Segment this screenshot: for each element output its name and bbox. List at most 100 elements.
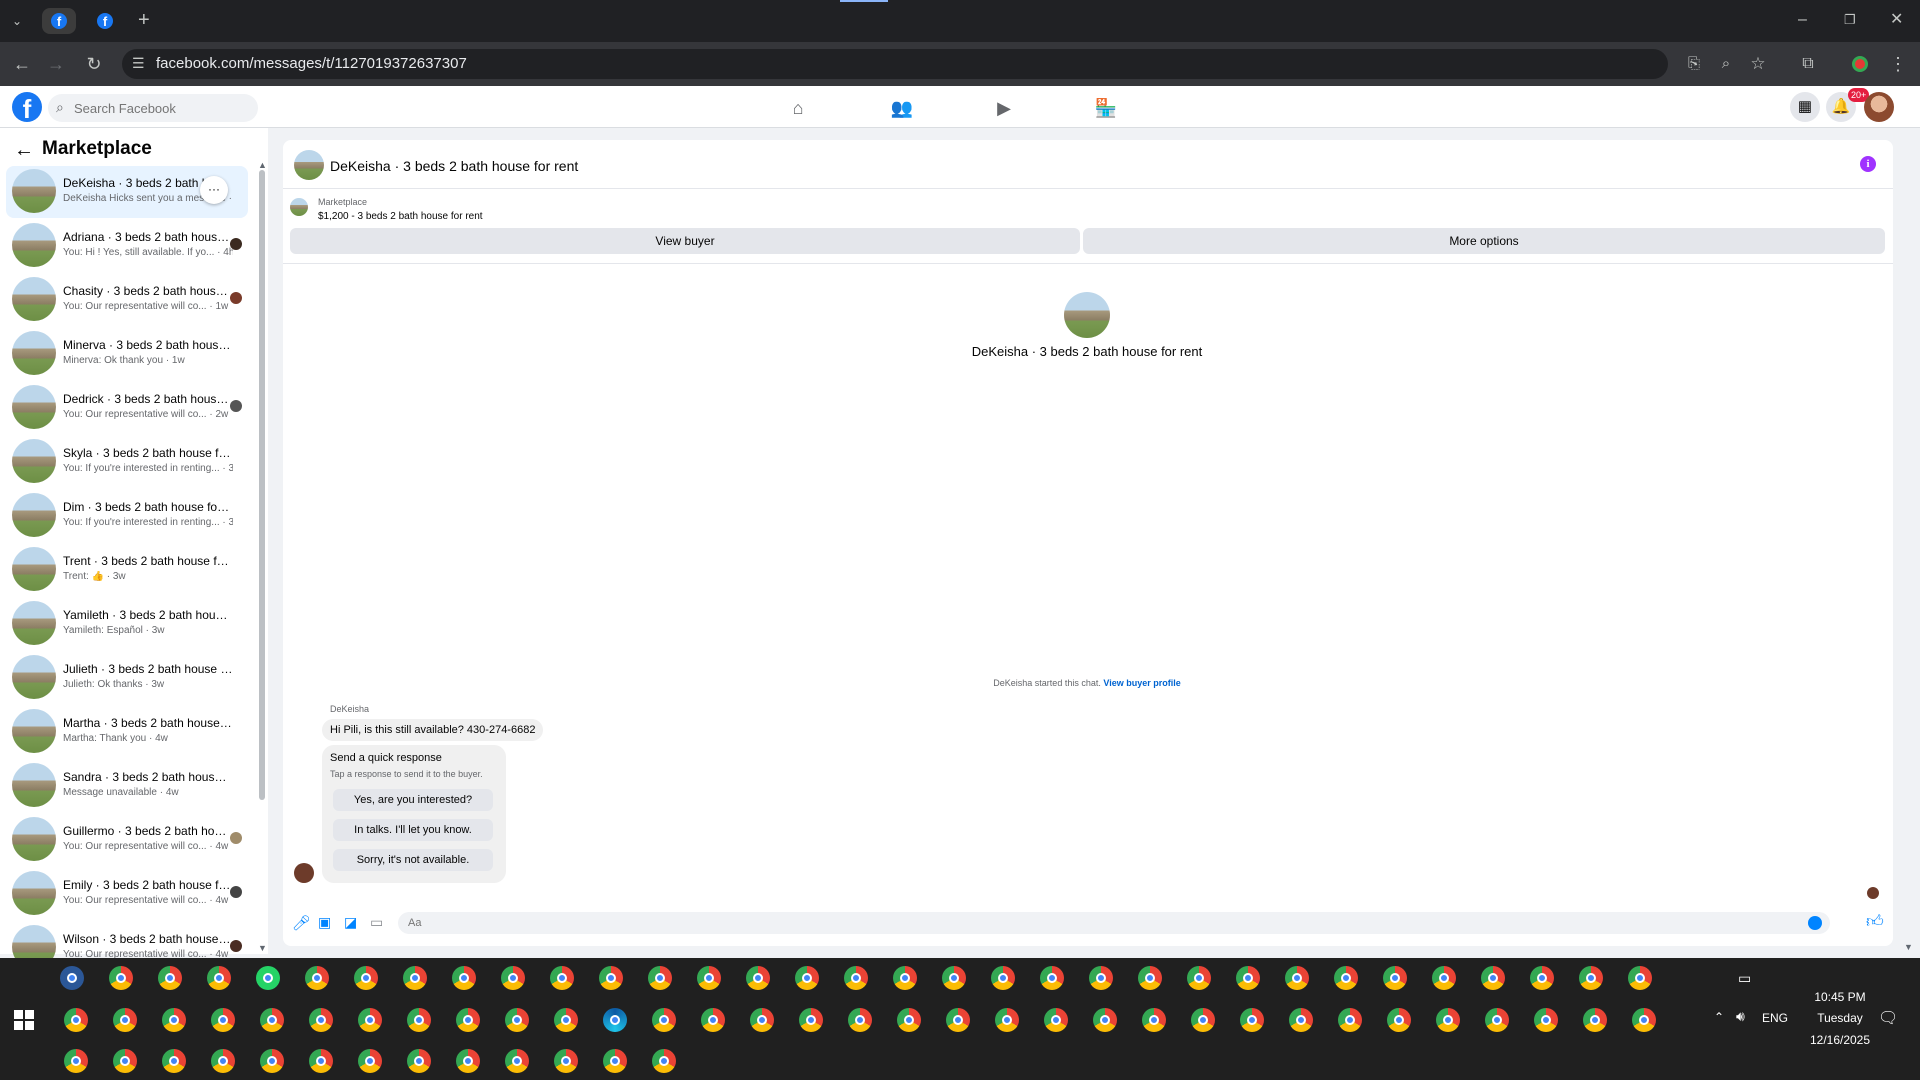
gif-icon[interactable]: ▭ <box>370 914 383 931</box>
conversation-item[interactable]: Trent · 3 beds 2 bath house for rent Tren… <box>6 544 248 596</box>
chrome-icon[interactable] <box>795 966 819 990</box>
chrome-icon[interactable] <box>1093 1008 1117 1032</box>
composer-box[interactable] <box>398 912 1830 934</box>
chrome-icon[interactable] <box>1240 1008 1264 1032</box>
edge-icon[interactable] <box>603 1008 627 1032</box>
chrome-icon[interactable] <box>697 966 721 990</box>
chrome-icon[interactable] <box>848 1008 872 1032</box>
emoji-icon[interactable] <box>1808 916 1822 930</box>
chrome-icon[interactable] <box>991 966 1015 990</box>
conversation-item[interactable]: Sandra · 3 beds 2 bath house for rent Mes… <box>6 760 248 812</box>
menu-grid-icon[interactable]: ▦ <box>1790 92 1820 122</box>
chrome-icon[interactable] <box>505 1049 529 1073</box>
scrollbar[interactable] <box>259 170 265 800</box>
home-icon[interactable]: ⌂ <box>786 96 810 120</box>
chrome-icon[interactable] <box>1383 966 1407 990</box>
scroll-down-icon[interactable]: ▼ <box>258 943 267 953</box>
scroll-up-icon[interactable]: ▲ <box>258 160 267 170</box>
chrome-icon[interactable] <box>407 1049 431 1073</box>
restore-icon[interactable]: ❐ <box>1844 12 1856 28</box>
chrome-icon[interactable] <box>1040 966 1064 990</box>
extensions-icon[interactable]: ⧉ <box>1796 52 1820 76</box>
tab-search-chevron-icon[interactable]: ⌄ <box>12 13 22 29</box>
chrome-icon[interactable] <box>750 1008 774 1032</box>
chrome-icon[interactable] <box>64 1049 88 1073</box>
chrome-icon[interactable] <box>603 1049 627 1073</box>
chrome-icon[interactable] <box>452 966 476 990</box>
whatsapp-icon[interactable] <box>256 966 280 990</box>
quick-response-button[interactable]: Yes, are you interested? <box>333 789 493 811</box>
chrome-icon[interactable] <box>403 966 427 990</box>
chrome-menu-icon[interactable]: ⋮ <box>1886 52 1910 76</box>
chrome-icon[interactable] <box>844 966 868 990</box>
chrome-icon[interactable] <box>1632 1008 1656 1032</box>
chrome-icon[interactable] <box>1338 1008 1362 1032</box>
conversation-item[interactable]: Martha · 3 beds 2 bath house for rent Mar… <box>6 706 248 758</box>
chat-header-title[interactable]: DeKeisha · 3 beds 2 bath house for rent <box>330 158 578 174</box>
tab-facebook-2[interactable]: f <box>88 8 122 34</box>
chrome-icon[interactable] <box>550 966 574 990</box>
url-text[interactable]: facebook.com/messages/t/1127019372637307 <box>156 55 467 73</box>
view-buyer-profile-link[interactable]: View buyer profile <box>1103 678 1180 688</box>
message-bubble[interactable]: Hi Pili, is this still available? 430-27… <box>322 719 544 741</box>
chrome-icon[interactable] <box>648 966 672 990</box>
chrome-icon[interactable] <box>1534 1008 1558 1032</box>
chrome-icon[interactable] <box>1432 966 1456 990</box>
clock-time[interactable]: 10:45 PM <box>1800 990 1880 1004</box>
back-arrow-icon[interactable]: ← <box>14 139 34 162</box>
conversation-item[interactable]: Adriana · 3 beds 2 bath house for rent Yo… <box>6 220 248 272</box>
reload-icon[interactable]: ↻ <box>82 52 106 76</box>
close-window-icon[interactable]: ✕ <box>1890 12 1903 28</box>
message-input[interactable] <box>408 912 1788 934</box>
chrome-icon[interactable] <box>942 966 966 990</box>
forward-icon[interactable]: → <box>44 52 68 76</box>
chrome-icon[interactable] <box>354 966 378 990</box>
chrome-icon[interactable] <box>554 1049 578 1073</box>
conversation-item[interactable]: Dedrick · 3 beds 2 bath house for rent Yo… <box>6 382 248 434</box>
chrome-icon[interactable] <box>946 1008 970 1032</box>
chrome-icon[interactable] <box>1191 1008 1215 1032</box>
chrome-icon[interactable] <box>1628 966 1652 990</box>
volume-icon[interactable]: 🔊︎ <box>1736 1008 1745 1025</box>
facebook-search[interactable]: ⌕ <box>48 94 258 122</box>
account-avatar[interactable] <box>1864 92 1894 122</box>
chrome-icon[interactable] <box>1579 966 1603 990</box>
chrome-icon[interactable] <box>456 1008 480 1032</box>
tray-expand-icon[interactable]: ⌃ <box>1714 1010 1724 1024</box>
chrome-icon[interactable] <box>893 966 917 990</box>
chrome-icon[interactable] <box>407 1008 431 1032</box>
chrome-icon[interactable] <box>501 966 525 990</box>
chrome-icon[interactable] <box>701 1008 725 1032</box>
app-icon[interactable] <box>60 966 84 990</box>
bookmark-star-icon[interactable]: ☆ <box>1746 52 1770 76</box>
listing-price-title[interactable]: $1,200 - 3 beds 2 bath house for rent <box>318 211 483 222</box>
chrome-icon[interactable] <box>799 1008 823 1032</box>
conversation-item[interactable]: Yamileth · 3 beds 2 bath house for rent Y… <box>6 598 248 650</box>
conversation-item[interactable]: Julieth · 3 beds 2 bath house for rent Ju… <box>6 652 248 704</box>
profile-icon[interactable] <box>1852 56 1868 72</box>
quick-response-button[interactable]: Sorry, it's not available. <box>333 849 493 871</box>
site-info-icon[interactable]: ☰ <box>132 55 145 72</box>
chrome-icon[interactable] <box>109 966 133 990</box>
chrome-icon[interactable] <box>1187 966 1211 990</box>
chrome-icon[interactable] <box>599 966 623 990</box>
zoom-icon[interactable]: ⌕ <box>1714 52 1738 76</box>
chrome-icon[interactable] <box>64 1008 88 1032</box>
notification-center-icon[interactable]: 🗨︎ <box>1878 1008 1898 1028</box>
quick-response-button[interactable]: In talks. I'll let you know. <box>333 819 493 841</box>
info-icon[interactable]: i <box>1860 156 1876 172</box>
chrome-icon[interactable] <box>358 1008 382 1032</box>
video-icon[interactable]: ▶ <box>992 96 1016 120</box>
conversation-item[interactable]: Skyla · 3 beds 2 bath house for rent You:… <box>6 436 248 488</box>
chrome-icon[interactable] <box>897 1008 921 1032</box>
chrome-icon[interactable] <box>652 1008 676 1032</box>
marketplace-icon[interactable]: 🏪 <box>1094 96 1118 120</box>
conversation-item[interactable]: Minerva · 3 beds 2 bath house for rent Mi… <box>6 328 248 380</box>
conversation-item[interactable]: Dim · 3 beds 2 bath house for rent You: I… <box>6 490 248 542</box>
chrome-icon[interactable] <box>652 1049 676 1073</box>
more-options-button[interactable]: More options <box>1083 228 1885 254</box>
view-buyer-button[interactable]: View buyer <box>290 228 1080 254</box>
clock-day[interactable]: Tuesday <box>1800 1011 1880 1025</box>
chrome-icon[interactable] <box>309 1008 333 1032</box>
facebook-logo-icon[interactable]: f <box>12 92 42 122</box>
